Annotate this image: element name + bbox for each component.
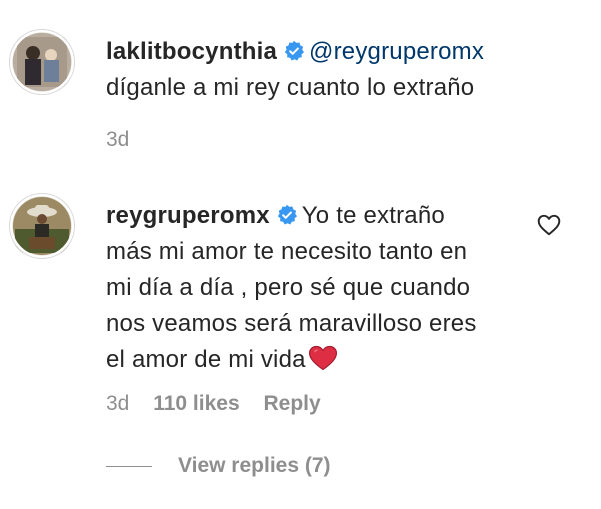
comment-line: díganle a mi rey cuanto lo extraño [106,74,475,101]
view-replies-label[interactable]: View replies (7) [178,454,331,478]
comment-line: mi día a día , pero sé que cuando [106,274,471,301]
avatar[interactable] [9,193,75,259]
divider [106,465,152,467]
timestamp[interactable]: 3d [106,392,129,415]
username[interactable]: laklitbocynthia [106,38,277,65]
username[interactable]: reygruperomx [106,202,270,229]
like-heart-icon[interactable] [536,212,562,238]
verified-badge-icon [284,40,305,61]
comment-text: reygruperomx Yo te extraño más mi amor t… [106,198,477,378]
comment-line: nos veamos será maravilloso eres [106,310,477,337]
timestamp[interactable]: 3d [106,128,129,151]
comment-line: Yo te extraño [301,202,445,229]
red-heart-emoji [308,345,337,371]
verified-badge-icon [277,204,297,225]
reply-button[interactable]: Reply [263,392,320,415]
comment-line: el amor de mi vida [106,346,306,373]
comment-text: laklitbocynthia @reygruperomx díganle a … [106,34,484,106]
likes-count[interactable]: 110 likes [153,392,239,415]
view-replies-button[interactable]: View replies (7) [106,453,331,479]
comment-meta: 3d 110 likes Reply [106,392,339,416]
comment-line: más mi amor te necesito tanto en [106,238,468,265]
comment-meta: 3d [106,128,147,152]
mention-link[interactable]: @reygruperomx [309,38,484,65]
avatar[interactable] [9,29,75,95]
